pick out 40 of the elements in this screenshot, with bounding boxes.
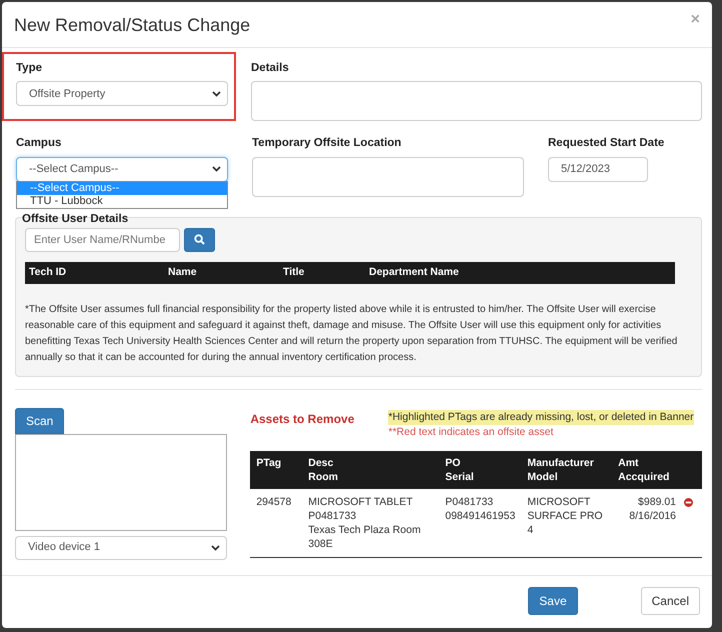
field-label: Temporary Offsite Location	[252, 136, 402, 152]
column-header: Department Name	[369, 266, 459, 278]
search-icon	[194, 234, 205, 245]
section-legend: Offsite User Details	[22, 210, 128, 228]
column-header: Name	[168, 266, 197, 278]
disclaimer-text: *The Offsite User assumes full financial responsibility for the property listed above while it is entrusted to him/her. The Offsite User will exercise reasonable care of this equipment and safeguard it against theft, damage and misuse. The Offsite User will use this equipment only for activities benefitting Texas Tech University Health Sciences Center and will return the property upon separation from TTUHSC. The equipment will be verified annually so that it can be accounted for during the annual inventory certification process.	[25, 302, 678, 364]
field-label: Requested Start Date	[548, 136, 664, 152]
dropdown-option[interactable]: TTU - Lubbock	[17, 195, 227, 208]
column-header: Title	[283, 266, 304, 278]
dialog-button[interactable]: Save	[528, 587, 578, 615]
table-cell: $989.01 8/16/2016	[612, 489, 682, 558]
field-label: Type	[16, 61, 43, 76]
table-cell: P0481733 098491461953	[439, 489, 522, 558]
campus-select[interactable]: --Select Campus--	[16, 156, 228, 182]
section-title: Assets to Remove	[250, 410, 354, 428]
column-header: Desc Room	[302, 451, 440, 489]
field-label: Campus	[16, 136, 62, 152]
note-text: *Highlighted PTags are already missing, lost, or deleted in Banner	[388, 410, 694, 426]
column-header: Tech ID	[29, 266, 66, 278]
search-field[interactable]: Enter User Name/RNumbe	[25, 228, 180, 252]
caret-icon	[211, 544, 220, 550]
device-select[interactable]: Video device 1	[15, 536, 228, 560]
remove-icon[interactable]	[684, 498, 694, 507]
column-header: Amt Accquired	[612, 451, 682, 489]
dialog-title: New Removal/Status Change	[14, 14, 250, 37]
table-cell: MICROSOFT SURFACE PRO 4	[521, 489, 612, 558]
column-header: PTag	[250, 451, 302, 489]
caret-icon	[212, 166, 221, 172]
search-button[interactable]	[184, 228, 215, 252]
column-header: Manufacturer Model	[521, 451, 612, 489]
column-header: PO Serial	[439, 451, 522, 489]
note-text: **Red text indicates an offsite asset	[388, 425, 554, 440]
field-label: Details	[251, 61, 290, 76]
table-cell: 294578	[250, 489, 302, 558]
caret-icon	[212, 90, 221, 97]
scan-button[interactable]: Scan	[15, 408, 64, 434]
dialog-button[interactable]: Cancel	[640, 587, 700, 615]
table-cell: MICROSOFT TABLET P0481733 Texas Tech Plaza Room 308E	[302, 489, 440, 558]
type-select[interactable]: Offsite Property	[16, 81, 228, 106]
date-field[interactable]: 5/12/2023	[548, 156, 648, 182]
